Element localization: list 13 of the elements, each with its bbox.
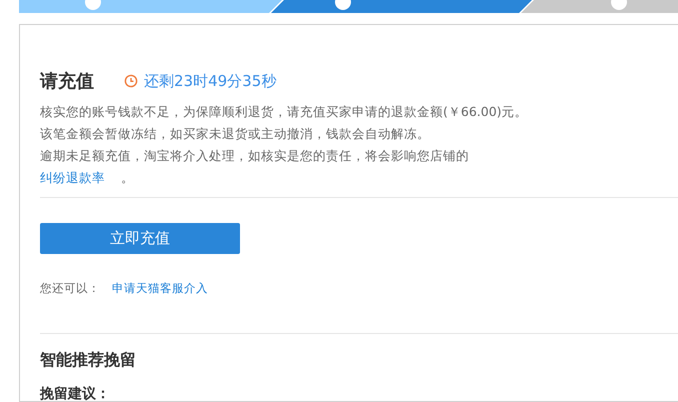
period-text: 。 [121, 169, 134, 187]
recharge-button[interactable]: 立即充值 [40, 223, 240, 254]
service-link[interactable]: 申请天猫客服介入 [112, 281, 208, 296]
notice-text: 核实您的账号钱款不足，为保障顺利退货，请充值买家申请的退款金额(￥66.00)元。 [40, 103, 528, 121]
notice-text: 该笔金额会暂做冻结，如买家未退货或主动撤消，钱款会自动解冻。 [40, 125, 430, 143]
section-title: 智能推荐挽留 [40, 350, 137, 371]
alt-label: 您还可以： [40, 281, 100, 296]
notice-text: 逾期未足额充值，淘宝将介入处理，如核实是您的责任，将会影响您店铺的 [40, 147, 469, 165]
clock-icon [124, 74, 138, 88]
rate-link[interactable]: 纠纷退款率 [40, 167, 105, 189]
countdown-text: 还剩23时49分35秒 [144, 72, 276, 90]
page-title: 请充值 [40, 70, 94, 93]
subsection-title: 挽留建议： [40, 385, 111, 402]
